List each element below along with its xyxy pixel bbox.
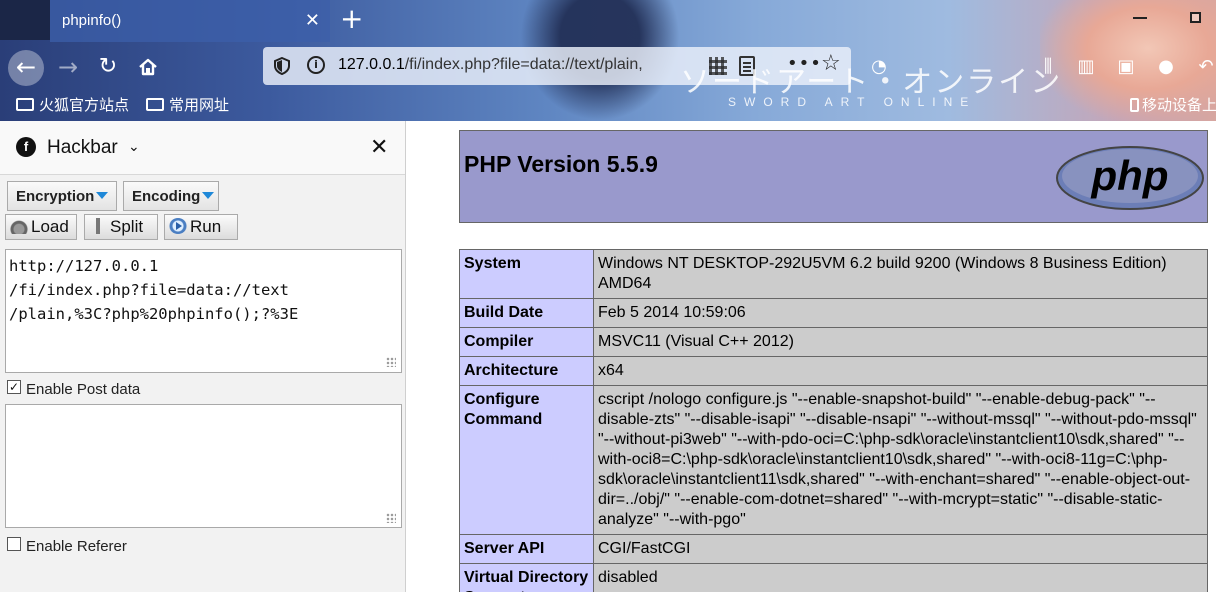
table-row: Virtual Directory Supportdisabled	[459, 563, 1208, 592]
resize-grip-icon[interactable]	[386, 357, 396, 367]
encoding-label: Encoding	[132, 188, 201, 205]
info-value: x64	[593, 356, 1208, 386]
new-tab-button[interactable]: +	[340, 5, 363, 33]
bookmark-common-sites[interactable]: 常用网址	[146, 94, 229, 115]
theme-watermark-en: SWORD ART ONLINE	[728, 95, 977, 109]
theme-art	[0, 0, 50, 40]
info-key: System	[459, 249, 594, 299]
url-host: 127.0.0.1	[338, 56, 405, 73]
dropdown-arrow-icon	[96, 192, 109, 199]
php-version-header: PHP Version 5.5.9 php	[459, 130, 1208, 223]
maximize-icon[interactable]	[1190, 12, 1201, 23]
run-label: Run	[190, 217, 222, 236]
url-textarea[interactable]: http://127.0.0.1 /fi/index.php?file=data…	[5, 249, 402, 373]
split-button[interactable]: Split	[84, 214, 158, 240]
site-info-icon[interactable]: i	[307, 56, 325, 74]
folder-icon	[16, 98, 34, 111]
post-data-textarea[interactable]	[5, 404, 402, 528]
php-info-table: System Windows NT DESKTOP-292U5VM 6.2 bui…	[459, 249, 1208, 592]
load-icon	[10, 218, 28, 234]
encoding-dropdown[interactable]: Encoding	[123, 181, 219, 211]
extension-icon[interactable]: ◔	[868, 56, 890, 78]
php-info-rows: System Windows NT DESKTOP-292U5VM 6.2 bui…	[459, 249, 1208, 592]
tab-phpinfo[interactable]: phpinfo() ✕	[50, 0, 330, 42]
table-row: System Windows NT DESKTOP-292U5VM 6.2 bui…	[459, 249, 1208, 299]
hackbar-logo-icon: f	[16, 137, 36, 157]
mobile-bookmarks-label: 移动设备上	[1142, 96, 1216, 114]
library-icon[interactable]: ⫼	[1037, 56, 1059, 78]
hackbar-header: f Hackbar ⌄ ✕	[0, 121, 405, 175]
info-value: Feb 5 2014 10:59:06	[593, 298, 1208, 328]
close-sidebar-icon[interactable]: ✕	[370, 134, 388, 160]
php-version-title: PHP Version 5.5.9	[464, 151, 658, 177]
sidebar-icon[interactable]: ▥	[1075, 56, 1097, 78]
info-key: Server API	[459, 534, 594, 564]
split-icon	[89, 218, 107, 234]
forward-arrow-icon: →	[57, 53, 79, 81]
bookmark-firefox-sites[interactable]: 火狐官方站点	[16, 94, 129, 115]
dropdown-arrow-icon	[202, 192, 215, 199]
hackbar-sidebar: f Hackbar ⌄ ✕ Encryption Encoding Load S…	[0, 121, 406, 592]
hackbar-title[interactable]: Hackbar	[47, 137, 118, 159]
phone-icon	[1130, 98, 1139, 112]
table-row: Compiler MSVC11 (Visual C++ 2012)	[459, 327, 1208, 357]
tab-title: phpinfo()	[62, 12, 122, 29]
enable-referer-label: Enable Referer	[26, 538, 127, 555]
info-key: Architecture	[459, 356, 594, 386]
encryption-label: Encryption	[16, 188, 95, 205]
bookmark-label: 火狐官方站点	[39, 96, 130, 114]
info-key: Virtual Directory Support	[459, 563, 594, 592]
table-row: Server API CGI/FastCGI	[459, 534, 1208, 564]
info-key: Configure Command	[459, 385, 594, 535]
load-label: Load	[31, 217, 69, 236]
save-to-pocket-icon[interactable]: ▣	[1115, 56, 1137, 78]
back-arrow-icon: ←	[15, 53, 37, 81]
chevron-down-icon[interactable]: ⌄	[128, 138, 140, 155]
url-text[interactable]: 127.0.0.1/fi/index.php?file=data://text/…	[338, 56, 668, 74]
run-icon	[169, 218, 187, 234]
php-logo-icon: php	[1056, 146, 1204, 210]
minimize-icon[interactable]	[1133, 17, 1147, 19]
mobile-bookmarks[interactable]: 移动设备上	[1130, 94, 1216, 115]
home-button[interactable]	[130, 50, 166, 86]
account-icon[interactable]: ●	[1155, 56, 1177, 78]
info-value: MSVC11 (Visual C++ 2012)	[593, 327, 1208, 357]
page-content: PHP Version 5.5.9 php System Windows NT D…	[407, 121, 1216, 592]
enable-post-label: Enable Post data	[26, 381, 141, 398]
enable-post-checkbox[interactable]: ✓	[7, 380, 21, 394]
reload-icon: ↻	[98, 54, 118, 79]
info-key: Compiler	[459, 327, 594, 357]
reload-button[interactable]: ↻	[90, 50, 126, 86]
split-label: Split	[110, 217, 144, 236]
info-value: cscript /nologo configure.js "--enable-s…	[593, 385, 1208, 535]
run-button[interactable]: Run	[164, 214, 238, 240]
info-value: Windows NT DESKTOP-292U5VM 6.2 build 920…	[593, 249, 1208, 299]
info-key: Build Date	[459, 298, 594, 328]
browser-chrome: phpinfo() ✕ + ← → ↻ i 127.0.0.1/fi/index…	[0, 0, 1216, 121]
info-value: disabled	[593, 563, 1208, 592]
table-row: Configure Command cscript /nologo configu…	[459, 385, 1208, 535]
back-button[interactable]: ←	[8, 50, 44, 86]
enable-referer-checkbox[interactable]	[7, 537, 21, 551]
home-icon	[139, 58, 157, 76]
folder-icon	[146, 98, 164, 111]
resize-grip-icon[interactable]	[386, 513, 396, 523]
php-logo-text: php	[1091, 152, 1169, 199]
bookmark-label: 常用网址	[169, 96, 230, 114]
table-row: Architecture x64	[459, 356, 1208, 386]
shield-icon[interactable]	[273, 57, 291, 75]
table-row: Build Date Feb 5 2014 10:59:06	[459, 298, 1208, 328]
undo-icon[interactable]: ↶	[1195, 56, 1216, 78]
tab-close-icon[interactable]: ✕	[305, 10, 320, 31]
encryption-dropdown[interactable]: Encryption	[7, 181, 117, 211]
load-button[interactable]: Load	[5, 214, 77, 240]
info-value: CGI/FastCGI	[593, 534, 1208, 564]
url-path: /fi/index.php?file=data://text/plain,	[404, 56, 643, 73]
forward-button[interactable]: →	[50, 50, 86, 86]
